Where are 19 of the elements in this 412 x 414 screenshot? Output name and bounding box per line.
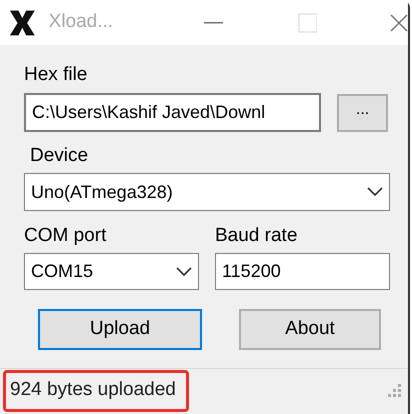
minimize-icon[interactable]	[204, 20, 223, 24]
chevron-down-icon	[367, 187, 383, 197]
hex-file-label: Hex file	[24, 65, 88, 84]
device-label: Device	[30, 146, 90, 165]
baud-rate-label: Baud rate	[215, 226, 298, 245]
status-text: 924 bytes uploaded	[10, 378, 176, 402]
about-button[interactable]: About	[239, 309, 381, 350]
com-port-label: COM port	[24, 226, 108, 245]
resize-grip-icon	[388, 384, 402, 398]
browse-button[interactable]: ...	[337, 94, 388, 132]
hex-file-field[interactable]: C:\Users\Kashif Javed\Downl	[24, 93, 322, 132]
com-port-dropdown[interactable]: COM15	[24, 253, 199, 290]
app-logo-icon	[8, 8, 37, 36]
window-title: Xload...	[48, 10, 114, 34]
close-icon[interactable]	[388, 12, 408, 32]
baud-rate-field[interactable]: 115200	[215, 253, 390, 290]
chevron-down-icon	[176, 266, 192, 276]
upload-button[interactable]: Upload	[38, 309, 202, 350]
device-dropdown[interactable]: Uno(ATmega328)	[24, 173, 390, 211]
